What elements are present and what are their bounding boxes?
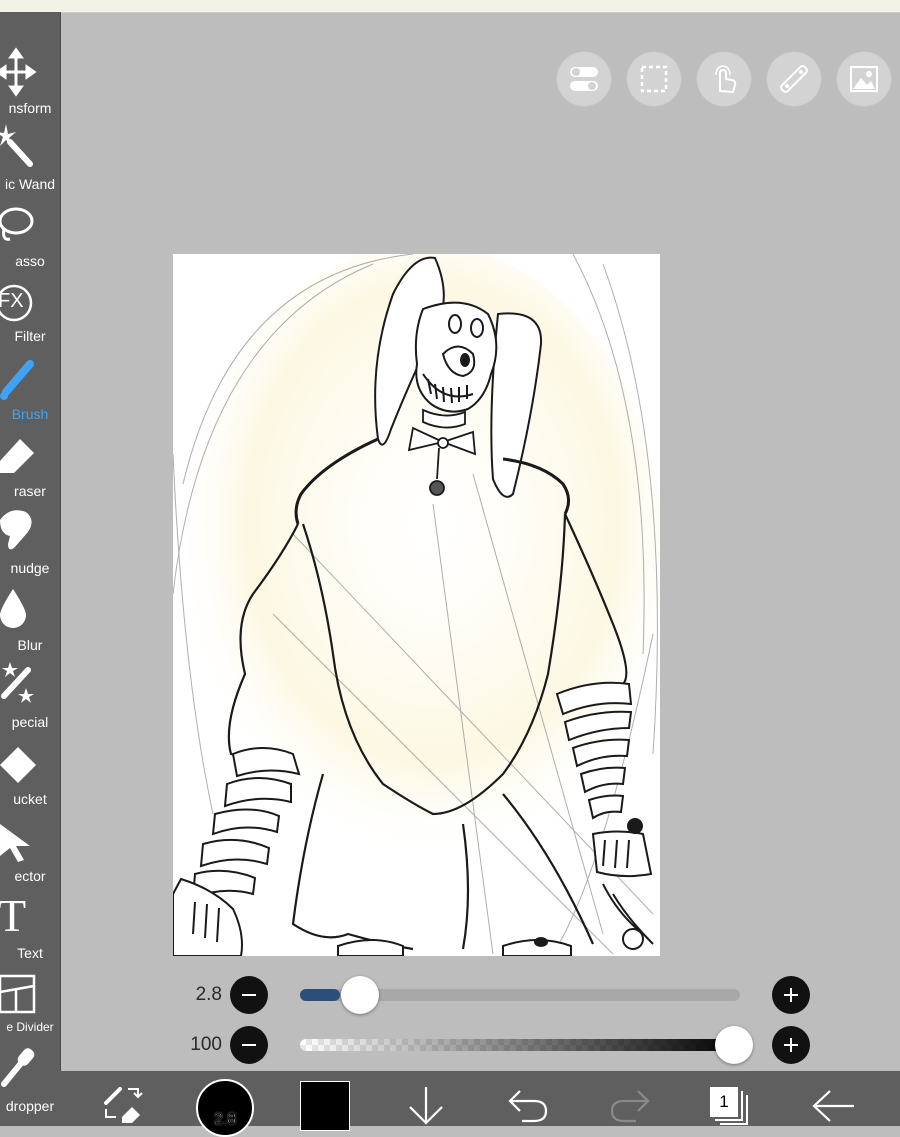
undo-icon[interactable] <box>506 1087 550 1123</box>
eyedropper-icon <box>1 1048 35 1087</box>
tool-label: Filter <box>14 328 46 344</box>
brush-size-value: 2.8 <box>195 984 222 1005</box>
brush-size-decrease-button[interactable] <box>230 976 268 1014</box>
eraser-icon <box>0 439 34 473</box>
brush-preview-size: 2.8 <box>213 1111 237 1129</box>
brush-size-increase-button[interactable] <box>772 976 810 1014</box>
tool-label: raser <box>14 483 46 499</box>
tool-filter[interactable]: FX Filter <box>0 274 60 350</box>
drawing-canvas[interactable] <box>173 254 660 956</box>
toggle-button[interactable] <box>557 52 611 106</box>
tool-lasso[interactable]: asso <box>0 197 60 273</box>
plus-icon <box>784 1038 798 1052</box>
tool-label: ector <box>14 868 46 884</box>
minus-icon <box>242 994 256 996</box>
tool-label: Blur <box>17 637 43 653</box>
tool-label: Text <box>17 945 43 961</box>
opacity-value: 100 <box>190 1034 222 1055</box>
tool-bucket[interactable]: ucket <box>0 737 60 813</box>
tool-label: asso <box>15 253 45 269</box>
tool-magic-wand[interactable]: ic Wand <box>0 120 60 196</box>
layer-count: 1 <box>710 1087 738 1117</box>
smudge-icon <box>0 510 32 550</box>
tool-label: pecial <box>11 714 49 730</box>
back-arrow-icon[interactable] <box>810 1089 858 1123</box>
brush-icon <box>0 360 34 400</box>
image-button[interactable] <box>837 52 891 106</box>
transform-icon <box>0 47 37 97</box>
tool-transform[interactable]: nsform <box>0 42 60 118</box>
minus-icon <box>242 1044 256 1046</box>
opacity-increase-button[interactable] <box>772 1026 810 1064</box>
opacity-track[interactable] <box>300 1039 740 1051</box>
tool-frame-divider[interactable]: e Divider <box>0 968 60 1044</box>
bottom-toolbar: 2.8 1 <box>60 1071 900 1137</box>
selector-arrow-icon <box>0 824 30 862</box>
brush-eraser-swap-icon[interactable] <box>102 1083 148 1123</box>
tool-label: Brush <box>11 406 49 422</box>
tool-smudge[interactable]: nudge <box>0 506 60 582</box>
tool-selector[interactable]: ector <box>0 814 60 890</box>
tool-label: nudge <box>10 560 50 576</box>
ruler-button[interactable] <box>767 52 821 106</box>
tool-sidebar: nsform ic Wand asso FX Filter Brush rase… <box>0 12 61 1126</box>
plus-icon <box>784 988 798 1002</box>
lasso-icon <box>0 207 34 241</box>
filter-badge: FX <box>0 290 24 312</box>
tool-blur[interactable]: Blur <box>0 583 60 659</box>
image-icon <box>850 66 878 92</box>
blur-drop-icon <box>0 589 26 628</box>
tool-label: dropper <box>5 1098 55 1114</box>
tool-special[interactable]: pecial <box>0 660 60 736</box>
brush-preview-button[interactable]: 2.8 <box>196 1079 254 1137</box>
special-sparkle-icon <box>1 662 34 703</box>
brush-size-fill <box>300 989 340 1001</box>
download-arrow-icon[interactable] <box>406 1083 446 1127</box>
status-bar <box>0 0 900 13</box>
frame-divider-icon <box>0 974 36 1014</box>
selection-icon <box>640 65 668 93</box>
opacity-decrease-button[interactable] <box>230 1026 268 1064</box>
bucket-icon <box>0 747 36 783</box>
layers-button[interactable]: 1 <box>710 1085 752 1127</box>
toggle-icon <box>570 67 598 91</box>
tool-brush[interactable]: Brush <box>0 352 60 428</box>
tool-label: ic Wand <box>4 176 56 192</box>
text-icon: T <box>0 890 27 941</box>
brush-size-thumb[interactable] <box>340 976 379 1014</box>
selection-button[interactable] <box>627 52 681 106</box>
ruler-icon <box>780 65 808 93</box>
tool-label: ucket <box>13 791 47 807</box>
tool-eyedropper[interactable]: dropper <box>0 1044 60 1120</box>
tool-label: e Divider <box>6 1020 54 1034</box>
opacity-thumb[interactable] <box>715 1026 753 1064</box>
magic-wand-icon <box>0 124 33 167</box>
tool-text[interactable]: T Text <box>0 890 60 967</box>
touch-button[interactable] <box>697 52 751 106</box>
bunny-sketch-artwork <box>173 254 660 956</box>
tool-label: nsform <box>8 100 52 116</box>
tool-eraser[interactable]: raser <box>0 429 60 505</box>
redo-icon[interactable] <box>608 1087 652 1123</box>
color-swatch[interactable] <box>300 1081 350 1131</box>
touch-icon <box>715 65 737 93</box>
